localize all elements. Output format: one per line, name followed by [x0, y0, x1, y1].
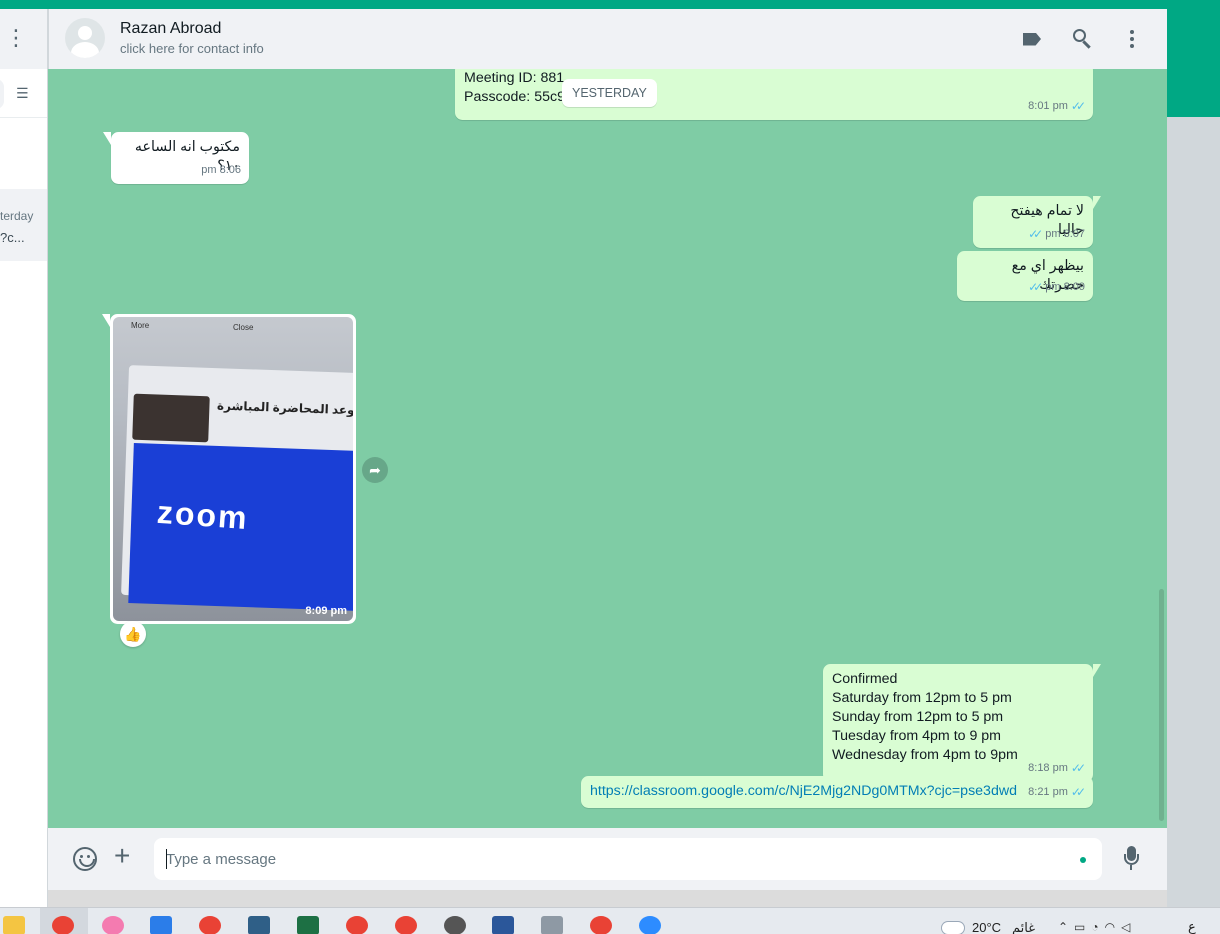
avatar[interactable]: [65, 18, 105, 58]
word-icon[interactable]: [492, 916, 514, 934]
search-icon[interactable]: [1070, 27, 1094, 51]
photo-text: More: [131, 321, 150, 330]
code-editor-icon[interactable]: [248, 916, 270, 934]
chat-list-pane: ⋮ ☰ terday ?c...: [0, 9, 48, 907]
chrome-icon[interactable]: [395, 916, 417, 934]
divider: [0, 117, 47, 118]
menu-icon[interactable]: [1120, 27, 1144, 51]
search-input[interactable]: [0, 79, 4, 109]
conversation-header[interactable]: Razan Abroad click here for contact info: [48, 9, 1167, 69]
excel-icon[interactable]: [297, 916, 319, 934]
contact-info-hint[interactable]: click here for contact info: [120, 41, 264, 56]
message-bubble-out[interactable]: Meeting ID: 881 Passcode: 55c9q 8:01 pm …: [455, 69, 1093, 120]
message-meta: 8:07 pm ✓✓: [1028, 225, 1085, 244]
message-input[interactable]: Type a message: [154, 838, 1102, 880]
message-time: 8:01 pm: [1028, 100, 1068, 112]
read-ticks-icon: ✓✓: [1070, 785, 1086, 799]
message-text: Meeting ID: 881: [464, 70, 565, 86]
contact-name[interactable]: Razan Abroad: [120, 20, 221, 38]
message-bubble-out[interactable]: https://classroom.google.com/c/NjE2Mjg2N…: [581, 776, 1093, 808]
chrome-icon[interactable]: [590, 916, 612, 934]
file-explorer-icon[interactable]: [3, 916, 25, 934]
message-meta: 8:21 pm ✓✓: [1028, 783, 1086, 802]
chrome-icon[interactable]: [346, 916, 368, 934]
read-ticks-icon: ✓✓: [1028, 227, 1043, 241]
chrome-icon[interactable]: [52, 916, 74, 934]
status-dot-icon: [1080, 857, 1086, 863]
message-list[interactable]: Meeting ID: 881 Passcode: 55c9q 8:01 pm …: [48, 69, 1167, 828]
chat-list-item[interactable]: [0, 189, 47, 261]
chat-list-item-time: terday: [0, 209, 34, 223]
message-input-placeholder: Type a message: [166, 850, 277, 868]
calculator-icon[interactable]: [541, 916, 563, 934]
message-time: 8:09 pm: [1045, 281, 1085, 293]
read-ticks-icon: ✓✓: [1028, 280, 1043, 294]
chat-list-header: ⋮: [0, 9, 47, 69]
filter-icon[interactable]: ☰: [16, 85, 29, 102]
message-bubble-out[interactable]: لا تمام هيفتح حاليا 8:07 pm ✓✓: [973, 196, 1101, 248]
scrollbar[interactable]: [1159, 589, 1164, 821]
background-gray-strip: [1167, 117, 1220, 907]
attach-plus-icon[interactable]: +: [114, 842, 130, 870]
message-meta: 8:06 pm: [201, 161, 241, 180]
message-time: 8:21 pm: [1028, 786, 1068, 798]
weather-temperature[interactable]: 20°C: [972, 920, 1001, 934]
label-icon[interactable]: [1020, 27, 1044, 51]
conversation-panel: Razan Abroad click here for contact info…: [48, 9, 1167, 890]
text-caret: [166, 849, 167, 869]
forward-icon[interactable]: ➦: [362, 457, 388, 483]
message-link[interactable]: https://classroom.google.com/c/NjE2Mjg2N…: [590, 783, 1017, 799]
message-time: 8:09 pm: [305, 605, 347, 617]
chat-list-item-preview: ?c...: [0, 230, 25, 245]
paint-icon[interactable]: [102, 916, 124, 934]
emoji-icon[interactable]: [73, 847, 97, 871]
bubble-tail: [1093, 196, 1101, 209]
shared-photo[interactable]: More Close موعد المحاضرة المباشرة zoom 8…: [113, 317, 353, 621]
composer-bar: + Type a message: [48, 828, 1167, 890]
settings-gear-icon[interactable]: [444, 916, 466, 934]
weather-cloud-icon[interactable]: [942, 922, 964, 934]
message-text: Confirmed: [832, 671, 898, 687]
message-bubble-in[interactable]: مكتوب انه الساعه ١٠؟ 8:06 pm: [103, 132, 249, 184]
photo-thumbnail: [132, 393, 210, 443]
menu-icon[interactable]: ⋮: [5, 27, 27, 49]
date-divider-chip: YESTERDAY: [562, 79, 657, 107]
weather-condition[interactable]: غائم: [1012, 920, 1035, 934]
bubble-tail: [103, 132, 111, 145]
image-message[interactable]: More Close موعد المحاضرة المباشرة zoom 8…: [102, 314, 356, 624]
message-meta: 8:01 pm ✓✓: [1028, 97, 1086, 116]
message-meta: 8:09 pm ✓✓: [1028, 278, 1085, 297]
message-text: Sunday from 12pm to 5 pm: [832, 709, 1004, 725]
app-top-band: [0, 0, 1220, 9]
background-green-strip: [1167, 9, 1220, 117]
message-text: Passcode: 55c9q: [464, 89, 573, 105]
message-time: 8:07 pm: [1045, 228, 1085, 240]
message-text: Saturday from 12pm to 5 pm: [832, 690, 1012, 706]
message-text: Tuesday from 4pm to 9 pm: [832, 728, 1002, 744]
zoom-icon[interactable]: [639, 916, 661, 934]
message-bubble-out[interactable]: بيظهر اي مع حضرتك 8:09 pm ✓✓: [957, 251, 1093, 301]
message-time: 8:06 pm: [201, 164, 241, 176]
read-ticks-icon: ✓✓: [1070, 99, 1086, 113]
bubble-tail: [102, 314, 110, 327]
zoom-logo: zoom: [155, 493, 250, 537]
message-bubble-out[interactable]: Confirmed Saturday from 12pm to 5 pm Sun…: [823, 664, 1101, 782]
photo-text: Close: [233, 323, 254, 332]
windows-taskbar: 20°C غائم ⌃▭◔◠◁ ع: [0, 907, 1220, 934]
bubble-tail: [1093, 664, 1101, 677]
microphone-icon[interactable]: [1124, 846, 1139, 872]
reaction-badge[interactable]: 👍: [120, 621, 146, 647]
system-tray-icons[interactable]: ⌃▭◔◠◁: [1058, 920, 1136, 934]
photos-icon[interactable]: [150, 916, 172, 934]
input-language[interactable]: ع: [1188, 919, 1196, 934]
chrome-icon[interactable]: [199, 916, 221, 934]
